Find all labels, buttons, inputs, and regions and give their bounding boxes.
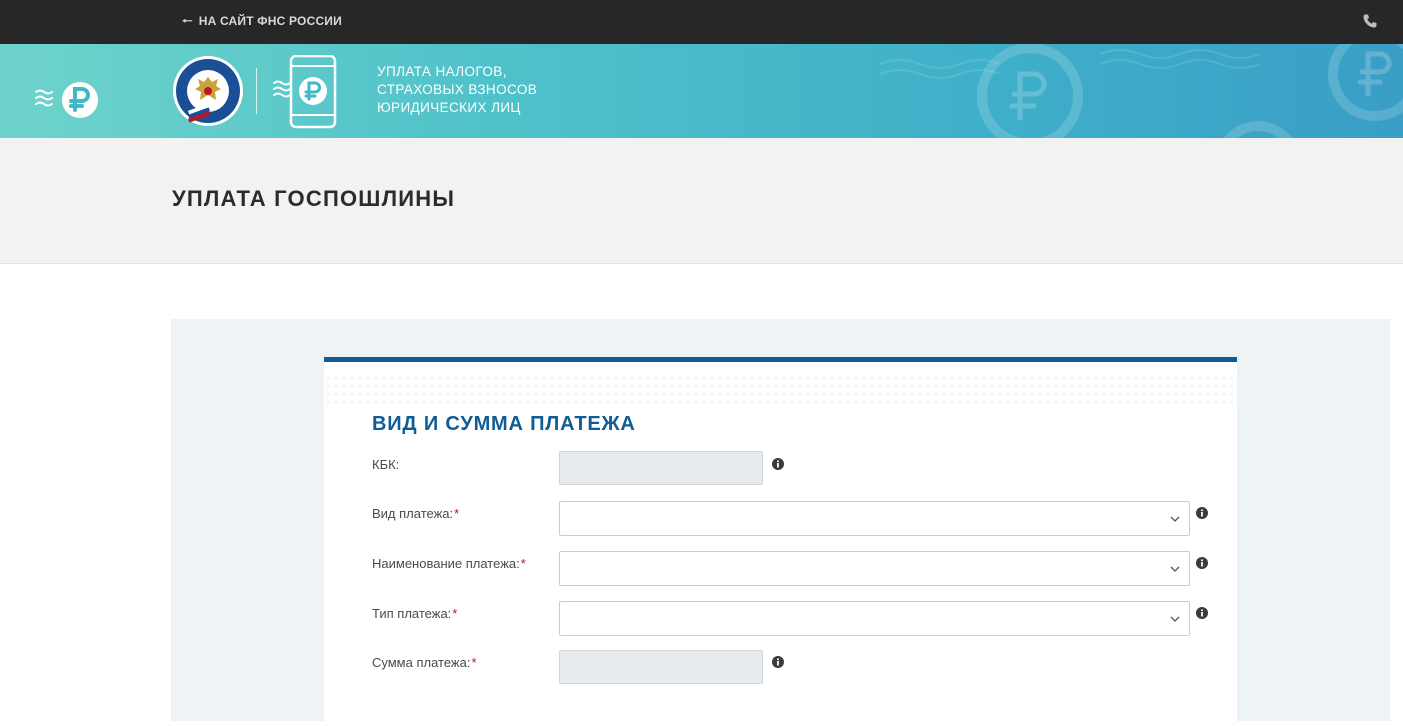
- service-title-line: ЮРИДИЧЕСКИХ ЛИЦ: [377, 100, 521, 115]
- kbk-label: КБК:: [372, 457, 399, 472]
- chevron-down-icon: [1170, 616, 1180, 622]
- info-icon[interactable]: [772, 656, 784, 668]
- payment-type-label: Тип платежа:*: [372, 606, 457, 621]
- info-icon[interactable]: [772, 458, 784, 470]
- payment-type-select[interactable]: [559, 601, 1190, 636]
- chevron-down-icon: [1170, 516, 1180, 522]
- service-title-line: УПЛАТА НАЛОГОВ,: [377, 64, 507, 79]
- back-link-label: НА САЙТ ФНС РОССИИ: [198, 14, 342, 28]
- dotted-pattern: [324, 374, 1237, 404]
- header-banner: УПЛАТА НАЛОГОВ, СТРАХОВЫХ ВЗНОСОВ ЮРИДИЧ…: [0, 44, 1403, 138]
- info-icon[interactable]: [1196, 607, 1208, 619]
- logo-divider: [256, 68, 257, 114]
- chevron-down-icon: [1170, 566, 1180, 572]
- page-header: УПЛАТА ГОСПОШЛИНЫ: [0, 138, 1403, 264]
- top-bar: 🠐 НА САЙТ ФНС РОССИИ: [0, 0, 1403, 44]
- payment-type-label-text: Тип платежа:: [372, 606, 452, 621]
- service-title-line: СТРАХОВЫХ ВЗНОСОВ: [377, 82, 538, 97]
- payment-kind-label-text: Вид платежа:: [372, 506, 454, 521]
- payment-name-label-text: Наименование платежа:: [372, 556, 520, 571]
- required-mark: *: [471, 655, 477, 670]
- ruble-coin-icon[interactable]: [34, 80, 100, 120]
- payment-kind-select[interactable]: [559, 501, 1190, 536]
- page-title: УПЛАТА ГОСПОШЛИНЫ: [172, 186, 456, 211]
- section-title: ВИД И СУММА ПЛАТЕЖА: [372, 413, 636, 435]
- payment-name-select[interactable]: [559, 551, 1190, 586]
- required-mark: *: [452, 606, 458, 621]
- required-mark: *: [454, 506, 460, 521]
- info-icon[interactable]: [1196, 507, 1208, 519]
- back-to-fns-link[interactable]: 🠐 НА САЙТ ФНС РОССИИ: [182, 14, 342, 28]
- payment-amount-label: Сумма платежа:*: [372, 655, 477, 670]
- payment-amount-field: [559, 650, 763, 684]
- fns-emblem[interactable]: [172, 55, 244, 127]
- payment-form-card: ВИД И СУММА ПЛАТЕЖА: [324, 357, 1237, 726]
- arrow-left-icon: 🠐: [182, 14, 193, 28]
- info-icon[interactable]: [1196, 557, 1208, 569]
- phone-icon[interactable]: [1362, 13, 1378, 29]
- kbk-label-text: КБК:: [372, 457, 400, 472]
- kbk-field: [559, 451, 763, 485]
- required-mark: *: [520, 556, 526, 571]
- payment-name-label: Наименование платежа:*: [372, 556, 526, 571]
- payment-kind-label: Вид платежа:*: [372, 506, 459, 521]
- payment-amount-label-text: Сумма платежа:: [372, 655, 471, 670]
- mobile-payment-icon: [273, 55, 337, 129]
- service-title: УПЛАТА НАЛОГОВ, СТРАХОВЫХ ВЗНОСОВ ЮРИДИЧ…: [377, 63, 577, 117]
